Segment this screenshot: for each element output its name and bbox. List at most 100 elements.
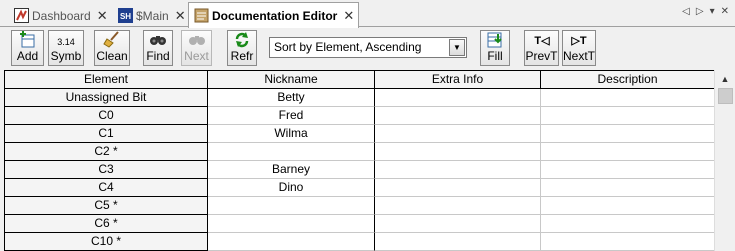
find-label: Find	[146, 49, 170, 63]
refresh-button[interactable]: Refr	[227, 30, 257, 66]
cell-extra-info[interactable]	[375, 179, 541, 197]
cell-element[interactable]: C0	[5, 107, 208, 125]
symbol-button[interactable]: 3.14 Symb	[48, 30, 84, 66]
cell-description[interactable]	[541, 107, 715, 125]
scroll-up-icon[interactable]: ▲	[718, 72, 732, 86]
tab-main[interactable]: SH $Main ✕	[112, 3, 191, 27]
symbol-icon: 3.14	[57, 31, 75, 48]
cell-nickname[interactable]: Dino	[208, 179, 375, 197]
dashboard-icon	[14, 8, 29, 23]
table-row[interactable]: C0 Fred	[5, 107, 715, 125]
next-button[interactable]: Next	[181, 30, 212, 66]
prev-t-icon: T◁	[533, 31, 551, 48]
column-header-nickname[interactable]: Nickname	[208, 71, 375, 89]
refresh-icon	[233, 31, 251, 48]
column-header-extra-info[interactable]: Extra Info	[375, 71, 541, 89]
clean-button[interactable]: Clean	[94, 30, 130, 66]
cell-element[interactable]: C5 *	[5, 197, 208, 215]
table-row[interactable]: C2 *	[5, 143, 715, 161]
broom-icon	[103, 31, 121, 48]
cell-element[interactable]: C2 *	[5, 143, 208, 161]
svg-text:3.14: 3.14	[57, 37, 75, 47]
table-row[interactable]: Unassigned Bit Betty	[5, 89, 715, 107]
fill-icon	[486, 31, 504, 48]
next-t-icon: ▷T	[570, 31, 588, 48]
tab-documentation-editor[interactable]: Documentation Editor ✕	[188, 2, 360, 28]
tab-label: Documentation Editor	[212, 8, 338, 23]
tab-prev-icon[interactable]: ◁	[682, 6, 690, 17]
cell-element[interactable]: C3	[5, 161, 208, 179]
cell-element[interactable]: C6 *	[5, 215, 208, 233]
cell-description[interactable]	[541, 143, 715, 161]
tab-close-all-icon[interactable]: ✕	[721, 6, 729, 17]
cell-nickname[interactable]	[208, 215, 375, 233]
add-icon	[19, 31, 37, 48]
clean-label: Clean	[96, 49, 128, 63]
table-row[interactable]: C6 *	[5, 215, 715, 233]
tab-close-icon[interactable]: ✕	[175, 8, 186, 24]
symbol-label: Symb	[50, 49, 82, 63]
cell-description[interactable]	[541, 197, 715, 215]
svg-text:SH: SH	[120, 12, 131, 21]
find-button[interactable]: Find	[143, 30, 173, 66]
cell-extra-info[interactable]	[375, 89, 541, 107]
vertical-scrollbar[interactable]: ▲	[714, 70, 735, 251]
sort-select[interactable]: Sort by Element, Ascending ▼	[269, 37, 467, 58]
cell-extra-info[interactable]	[375, 161, 541, 179]
cell-nickname[interactable]: Wilma	[208, 125, 375, 143]
svg-text:▷T: ▷T	[570, 35, 586, 47]
svg-text:T◁: T◁	[534, 35, 550, 47]
cell-description[interactable]	[541, 125, 715, 143]
table-row[interactable]: C5 *	[5, 197, 715, 215]
binoculars-icon	[149, 31, 167, 48]
cell-extra-info[interactable]	[375, 233, 541, 251]
next-t-label: NextT	[563, 49, 596, 63]
cell-extra-info[interactable]	[375, 107, 541, 125]
cell-element[interactable]: Unassigned Bit	[5, 89, 208, 107]
table-row[interactable]: C1 Wilma	[5, 125, 715, 143]
prev-t-label: PrevT	[525, 49, 558, 63]
cell-nickname[interactable]: Barney	[208, 161, 375, 179]
scroll-thumb[interactable]	[718, 88, 733, 104]
cell-description[interactable]	[541, 215, 715, 233]
table-row[interactable]: C3 Barney	[5, 161, 715, 179]
toolbar: Add 3.14 Symb Clean Find Next Refr Sort …	[0, 28, 735, 68]
prev-t-button[interactable]: T◁ PrevT	[524, 30, 559, 66]
tab-close-icon[interactable]: ✕	[97, 8, 108, 24]
documentation-icon	[194, 8, 209, 23]
tab-next-icon[interactable]: ▷	[696, 6, 704, 17]
cell-nickname[interactable]: Fred	[208, 107, 375, 125]
fill-button[interactable]: Fill	[480, 30, 510, 66]
cell-element[interactable]: C4	[5, 179, 208, 197]
cell-extra-info[interactable]	[375, 125, 541, 143]
tab-close-icon[interactable]: ✕	[343, 8, 354, 24]
add-label: Add	[16, 49, 39, 63]
cell-nickname[interactable]	[208, 143, 375, 161]
cell-description[interactable]	[541, 161, 715, 179]
cell-element[interactable]: C10 *	[5, 233, 208, 251]
column-header-element[interactable]: Element	[5, 71, 208, 89]
tab-menu-icon[interactable]: ▾	[710, 6, 715, 17]
sh-ladder-icon: SH	[118, 8, 133, 23]
column-header-description[interactable]: Description	[541, 71, 715, 89]
cell-description[interactable]	[541, 233, 715, 251]
add-button[interactable]: Add	[11, 30, 44, 66]
fill-label: Fill	[487, 49, 503, 63]
next-t-button[interactable]: ▷T NextT	[562, 30, 596, 66]
chevron-down-icon[interactable]: ▼	[449, 39, 465, 56]
cell-extra-info[interactable]	[375, 215, 541, 233]
cell-nickname[interactable]	[208, 197, 375, 215]
table-row[interactable]: C10 *	[5, 233, 715, 251]
cell-description[interactable]	[541, 89, 715, 107]
tab-dashboard[interactable]: Dashboard ✕	[8, 3, 113, 27]
cell-nickname[interactable]	[208, 233, 375, 251]
documentation-grid: Element Nickname Extra Info Description …	[4, 70, 715, 251]
next-label: Next	[184, 49, 209, 63]
table-row[interactable]: C4 Dino	[5, 179, 715, 197]
cell-description[interactable]	[541, 179, 715, 197]
cell-extra-info[interactable]	[375, 143, 541, 161]
tab-navigation: ◁ ▷ ▾ ✕	[682, 6, 729, 17]
cell-element[interactable]: C1	[5, 125, 208, 143]
cell-nickname[interactable]: Betty	[208, 89, 375, 107]
cell-extra-info[interactable]	[375, 197, 541, 215]
